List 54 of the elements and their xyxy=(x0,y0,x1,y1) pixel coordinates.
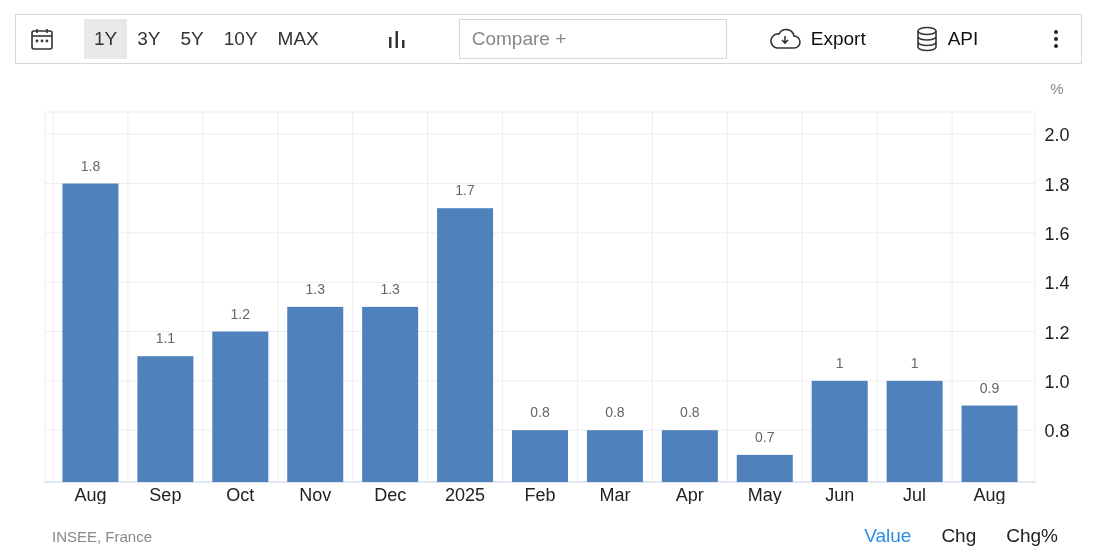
mode-tab[interactable]: Chg xyxy=(941,525,977,547)
bar xyxy=(661,430,718,482)
data-label: 1 xyxy=(910,354,919,371)
range-tab[interactable]: 1Y xyxy=(84,19,128,59)
unit-label: % xyxy=(1050,80,1064,97)
compare-field[interactable]: Compare + xyxy=(458,19,727,59)
bar xyxy=(586,430,643,482)
bar xyxy=(512,430,568,482)
more-menu-icon[interactable] xyxy=(1053,29,1059,49)
axis-tick-label: 1.0 xyxy=(1044,371,1070,392)
source-text: INSEE, France xyxy=(52,527,153,545)
data-label: 1.7 xyxy=(455,182,475,199)
mode-tab[interactable]: Chg% xyxy=(1006,525,1058,547)
data-label: 0.8 xyxy=(605,404,625,421)
axis-category-label: Jun xyxy=(825,485,855,504)
bar xyxy=(736,454,793,482)
range-tab[interactable]: 3Y xyxy=(127,19,171,59)
data-label: 0.7 xyxy=(755,428,775,445)
axis-category-label: Aug xyxy=(74,485,107,504)
data-label: 0.9 xyxy=(979,379,1000,396)
axis-tick-label: 2.0 xyxy=(1044,125,1070,146)
data-label: 0.8 xyxy=(680,404,700,421)
api-button[interactable]: API xyxy=(915,26,979,52)
axis-tick-label: 1.8 xyxy=(1044,174,1070,195)
axis-category-label: Aug xyxy=(973,485,1006,504)
database-icon xyxy=(915,26,938,52)
axis-category-label: Oct xyxy=(226,485,255,504)
export-button[interactable]: Export xyxy=(768,28,866,50)
calendar-icon[interactable] xyxy=(30,27,54,51)
data-label: 1.8 xyxy=(80,157,101,174)
axis-category-label: Mar xyxy=(599,485,631,504)
range-tab[interactable]: 5Y xyxy=(170,19,214,59)
axis-category-label: Nov xyxy=(299,485,332,504)
bar-chart-icon[interactable] xyxy=(386,29,407,49)
axis-category-label: 2025 xyxy=(445,485,486,504)
axis-tick-label: 0.8 xyxy=(1044,421,1070,442)
axis-category-label: May xyxy=(747,485,782,504)
axis-tick-label: 1.2 xyxy=(1044,322,1070,343)
range-tab[interactable]: MAX xyxy=(267,19,329,59)
axis-category-label: Sep xyxy=(149,485,182,504)
data-label: 1.1 xyxy=(155,330,176,347)
axis-tick-label: 1.4 xyxy=(1044,273,1070,294)
data-label: 1.3 xyxy=(305,280,325,297)
axis-category-label: Jul xyxy=(903,485,927,504)
data-label: 0.8 xyxy=(530,404,550,421)
cloud-download-icon xyxy=(768,28,801,50)
axis-category-label: Feb xyxy=(524,485,556,504)
data-label: 1 xyxy=(835,354,844,371)
axis-category-label: Apr xyxy=(675,485,704,504)
data-label: 1.2 xyxy=(230,305,251,322)
range-tab[interactable]: 10Y xyxy=(213,19,268,59)
axis-tick-label: 1.6 xyxy=(1044,223,1070,244)
axis-category-label: Dec xyxy=(374,485,407,504)
data-label: 1.3 xyxy=(380,280,400,297)
